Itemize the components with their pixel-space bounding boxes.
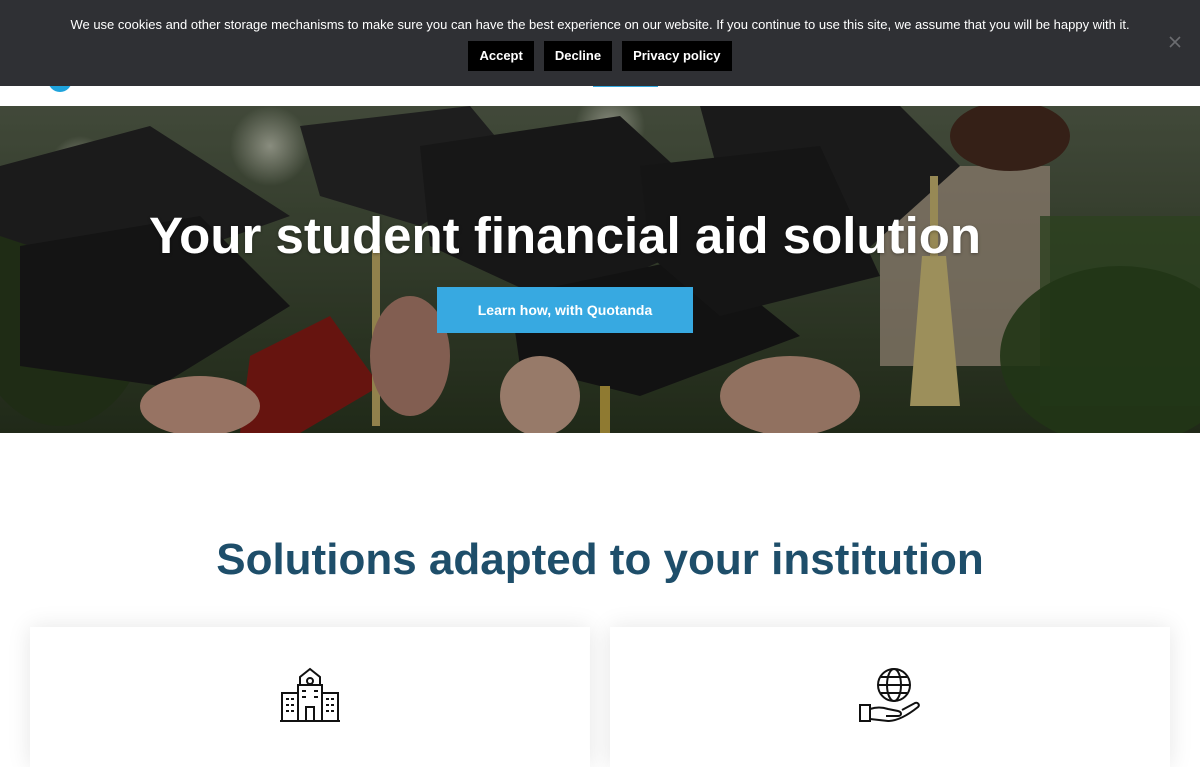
hero-banner: Your student financial aid solution Lear… <box>0 106 1200 433</box>
solutions-title: Solutions adapted to your institution <box>216 535 984 584</box>
hero-title: Your student financial aid solution <box>148 207 982 264</box>
solution-card-institution[interactable] <box>30 627 590 767</box>
learn-how-button[interactable]: Learn how, with Quotanda <box>437 287 693 333</box>
cookie-banner: We use cookies and other storage mechani… <box>0 0 1200 86</box>
cookie-message: We use cookies and other storage mechani… <box>70 17 1130 32</box>
privacy-policy-button[interactable]: Privacy policy <box>622 41 732 71</box>
cookie-buttons: Accept Decline Privacy policy <box>0 41 1200 71</box>
accept-button[interactable]: Accept <box>468 41 534 71</box>
globe-in-hand-icon <box>858 667 922 723</box>
hero-overlay <box>0 106 1200 433</box>
decline-button[interactable]: Decline <box>543 41 613 71</box>
solution-card-global[interactable] <box>610 627 1170 767</box>
school-building-icon <box>278 667 342 723</box>
close-icon[interactable] <box>1167 34 1183 50</box>
